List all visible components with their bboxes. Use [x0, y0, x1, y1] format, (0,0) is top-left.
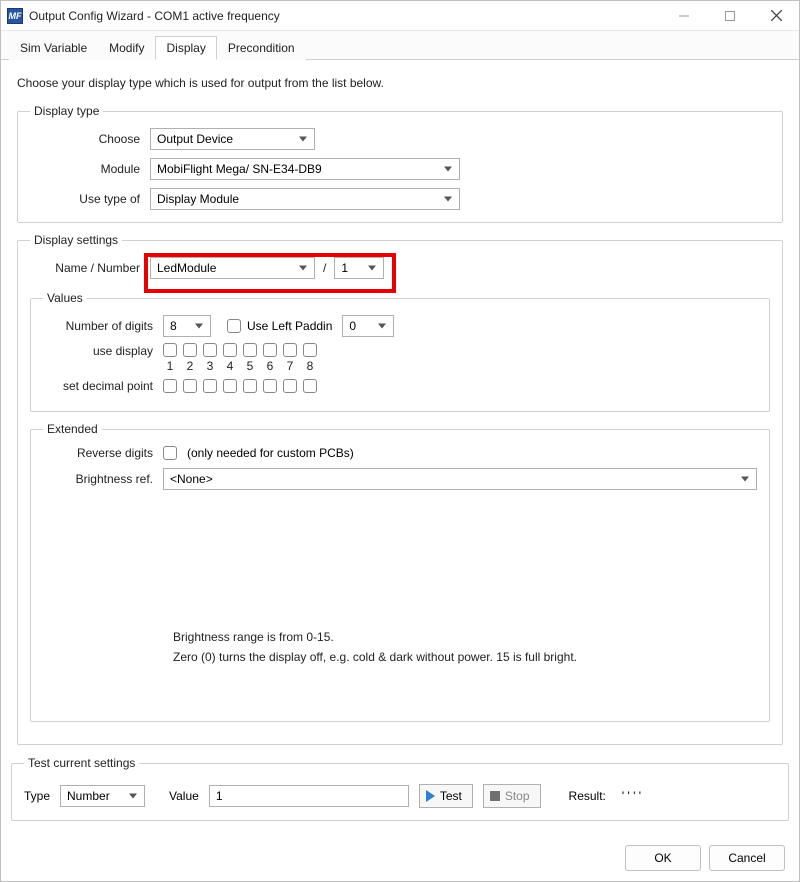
ok-button[interactable]: OK	[625, 845, 701, 871]
label-num-digits: Number of digits	[43, 319, 163, 333]
brightness-ref-select[interactable]: <None>	[163, 468, 757, 490]
module-select[interactable]: MobiFlight Mega/ SN-E34-DB9	[150, 158, 460, 180]
set-decimal-6[interactable]	[263, 379, 277, 393]
minimize-button[interactable]	[661, 1, 707, 31]
label-use-left-padding: Use Left Paddin	[247, 319, 332, 333]
label-reverse-digits: Reverse digits	[43, 446, 163, 460]
set-decimal-4[interactable]	[223, 379, 237, 393]
fieldset-display-settings: Display settings Name / Number LedModule…	[17, 233, 783, 745]
num-digits-select[interactable]: 8	[163, 315, 211, 337]
fieldset-values: Values Number of digits 8 Use Left Paddi…	[30, 291, 770, 412]
choose-select[interactable]: Output Device	[150, 128, 315, 150]
label-use-display: use display	[43, 343, 163, 358]
test-type-select[interactable]: Number	[60, 785, 145, 807]
play-icon	[426, 790, 435, 802]
tab-modify[interactable]: Modify	[98, 36, 155, 60]
legend-extended: Extended	[43, 422, 102, 436]
label-name-number: Name / Number	[30, 261, 150, 275]
dialog-footer: OK Cancel	[625, 845, 785, 871]
legend-display-type: Display type	[30, 104, 103, 118]
test-value-input[interactable]	[209, 785, 409, 807]
stop-button[interactable]: Stop	[483, 784, 541, 808]
fieldset-display-type: Display type Choose Output Device Module…	[17, 104, 783, 223]
set-decimal-8[interactable]	[303, 379, 317, 393]
set-decimal-5[interactable]	[243, 379, 257, 393]
brightness-hint-1: Brightness range is from 0-15.	[173, 630, 757, 644]
label-test-type: Type	[24, 789, 50, 803]
use-display-4[interactable]	[223, 343, 237, 357]
use-type-select[interactable]: Display Module	[150, 188, 460, 210]
use-display-5[interactable]	[243, 343, 257, 357]
use-display-3[interactable]	[203, 343, 217, 357]
tab-sim-variable[interactable]: Sim Variable	[9, 36, 98, 60]
label-choose: Choose	[30, 132, 150, 146]
test-button[interactable]: Test	[419, 784, 473, 808]
maximize-button[interactable]	[707, 1, 753, 31]
tab-precondition[interactable]: Precondition	[217, 36, 306, 60]
number-select[interactable]: 1	[334, 257, 384, 279]
digit-index-row: 1 2 3 4 5 6 7 8	[163, 359, 317, 373]
title-bar: MF Output Config Wizard - COM1 active fr…	[1, 1, 799, 31]
label-result: Result:	[569, 789, 606, 803]
label-module: Module	[30, 162, 150, 176]
legend-display-settings: Display settings	[30, 233, 122, 247]
set-decimal-2[interactable]	[183, 379, 197, 393]
slash-separator: /	[323, 261, 326, 275]
stop-icon	[490, 791, 500, 801]
label-test-value: Value	[169, 789, 199, 803]
use-display-7[interactable]	[283, 343, 297, 357]
label-set-decimal: set decimal point	[43, 379, 163, 393]
app-icon: MF	[7, 8, 23, 24]
fieldset-test: Test current settings Type Number Value …	[11, 756, 789, 821]
window-title: Output Config Wizard - COM1 active frequ…	[29, 9, 661, 23]
reverse-digits-checkbox[interactable]	[163, 446, 177, 460]
intro-text: Choose your display type which is used f…	[17, 76, 783, 90]
legend-values: Values	[43, 291, 87, 305]
legend-test: Test current settings	[24, 756, 139, 770]
use-display-8[interactable]	[303, 343, 317, 357]
use-display-6[interactable]	[263, 343, 277, 357]
use-left-padding-checkbox[interactable]	[227, 319, 241, 333]
label-use-type: Use type of	[30, 192, 150, 206]
fieldset-extended: Extended Reverse digits (only needed for…	[30, 422, 770, 722]
use-display-2[interactable]	[183, 343, 197, 357]
cancel-button[interactable]: Cancel	[709, 845, 785, 871]
label-brightness-ref: Brightness ref.	[43, 472, 163, 486]
set-decimal-checkbox-row	[163, 379, 317, 393]
reverse-digits-note: (only needed for custom PCBs)	[187, 446, 354, 460]
brightness-hint-2: Zero (0) turns the display off, e.g. col…	[173, 650, 757, 664]
use-display-checkbox-row	[163, 343, 317, 357]
tab-strip: Sim Variable Modify Display Precondition	[1, 31, 799, 60]
set-decimal-1[interactable]	[163, 379, 177, 393]
set-decimal-7[interactable]	[283, 379, 297, 393]
tab-display[interactable]: Display	[155, 36, 216, 60]
result-value: ' ' ' '	[622, 789, 641, 803]
use-display-1[interactable]	[163, 343, 177, 357]
name-select[interactable]: LedModule	[150, 257, 315, 279]
set-decimal-3[interactable]	[203, 379, 217, 393]
padding-char-select[interactable]: 0	[342, 315, 394, 337]
close-button[interactable]	[753, 1, 799, 31]
